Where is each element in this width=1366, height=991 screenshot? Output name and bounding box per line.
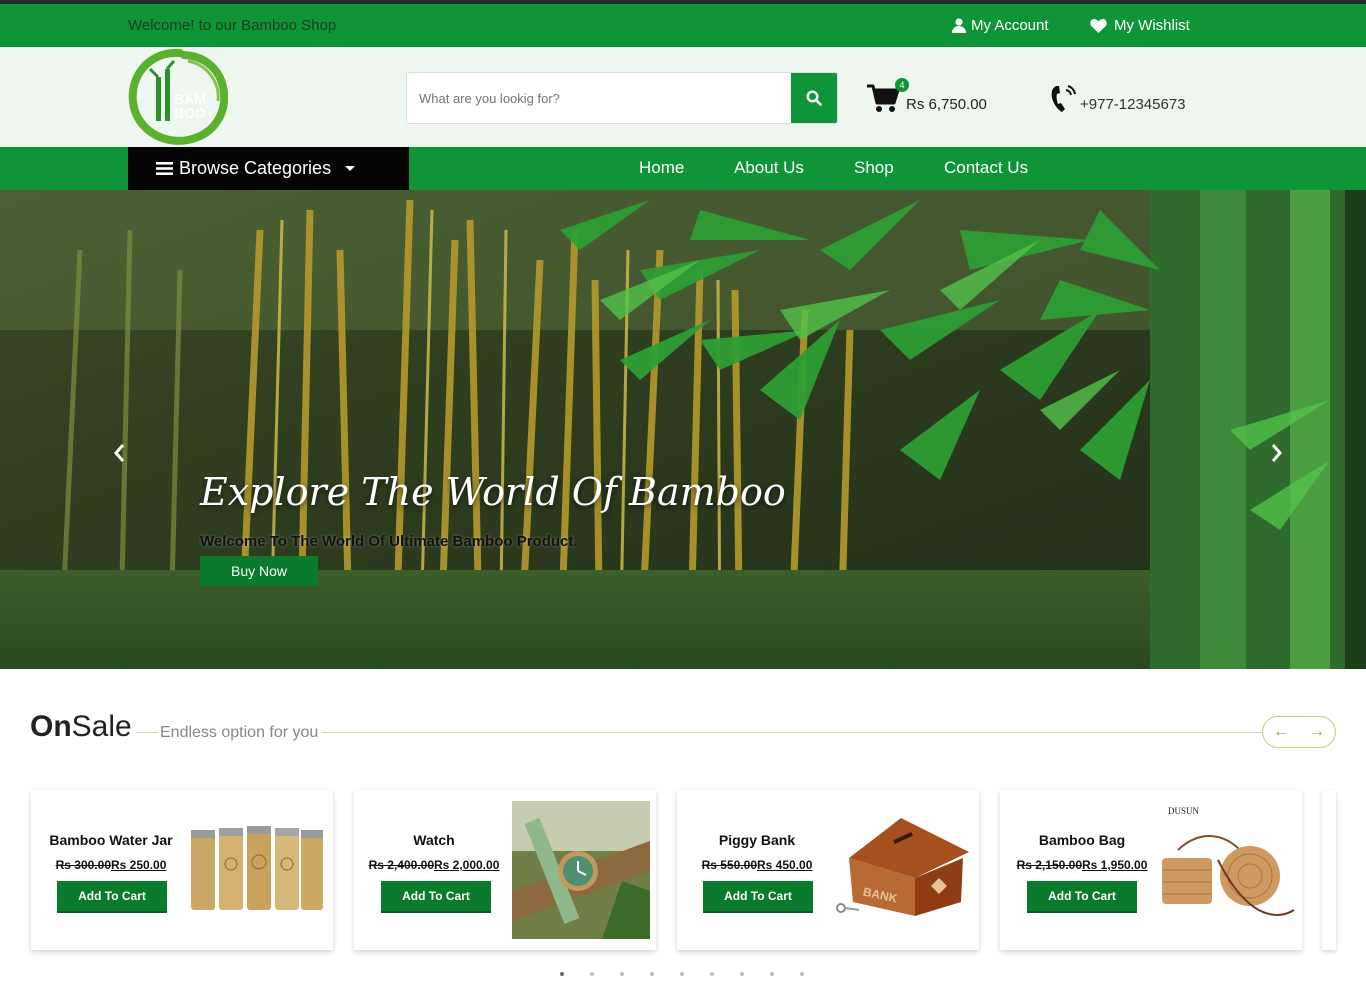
product-price: Rs 2,400.00Rs 2,000.00 <box>354 858 514 872</box>
nav-about-us[interactable]: About Us <box>734 158 804 178</box>
welcome-text: Welcome! to our Bamboo Shop <box>128 17 337 34</box>
carousel-dot[interactable] <box>620 972 624 976</box>
buy-now-button[interactable]: Buy Now <box>200 556 318 586</box>
top-bar: Welcome! to our Bamboo Shop My Account M… <box>0 4 1366 47</box>
product-name: Piggy Bank <box>718 832 796 848</box>
sale-price: Rs 1,950.00 <box>1082 858 1148 872</box>
search-button[interactable] <box>791 73 837 123</box>
section-title-rest: Sale <box>71 710 132 743</box>
cart-button[interactable]: 4 <box>866 78 909 114</box>
product-card-next-peek <box>1322 790 1336 950</box>
hero-title: Explore The World Of Bamboo <box>200 470 786 514</box>
add-to-cart-button[interactable]: Add To Cart <box>57 881 167 911</box>
section-title-bold: On <box>30 710 72 743</box>
carousel-dot[interactable] <box>740 972 744 976</box>
nav-shop[interactable]: Shop <box>854 158 894 178</box>
old-price: Rs 550.00 <box>701 858 757 872</box>
add-to-cart-button[interactable]: Add To Cart <box>703 881 813 911</box>
phone-icon <box>1051 85 1076 112</box>
old-price: Rs 2,400.00 <box>368 858 434 872</box>
carousel-dot[interactable] <box>590 972 594 976</box>
my-wishlist-label: My Wishlist <box>1114 17 1190 34</box>
logo-mark: BAM BOO <box>128 48 229 145</box>
bamboo-logo[interactable]: BAM BOO <box>128 47 229 147</box>
add-to-cart-button[interactable]: Add To Cart <box>381 881 491 911</box>
old-price: Rs 2,150.00 <box>1016 858 1082 872</box>
product-image-bamboo-bag: DUSUN <box>1162 806 1295 916</box>
cart-total: Rs 6,750.00 <box>906 96 987 113</box>
hero-slider <box>0 190 1366 669</box>
product-name: Watch <box>413 832 455 848</box>
old-price: Rs 300.00 <box>55 858 111 872</box>
carousel-dot[interactable] <box>770 972 774 976</box>
nav-home[interactable]: Home <box>639 158 684 178</box>
carousel-next-button[interactable]: → <box>1309 723 1325 741</box>
product-image-water-jar <box>191 826 323 910</box>
product-card-bamboo-water-jar[interactable]: Bamboo Water Jar Rs 300.00Rs 250.00 Add … <box>31 790 333 950</box>
section-divider-left <box>136 732 158 733</box>
carousel-dot[interactable] <box>680 972 684 976</box>
section-divider-right <box>322 732 1262 733</box>
caret-down-icon <box>345 165 356 171</box>
carousel-pager: ← → <box>1262 716 1336 748</box>
product-price: Rs 300.00Rs 250.00 <box>31 858 191 872</box>
slider-prev-arrow[interactable] <box>110 441 130 465</box>
sale-price: Rs 250.00 <box>111 858 167 872</box>
product-card-bamboo-bag[interactable]: Bamboo Bag Rs 2,150.00Rs 1,950.00 Add To… <box>1000 790 1302 950</box>
cart-count-badge: 4 <box>895 78 909 92</box>
my-account-label: My Account <box>971 17 1049 34</box>
slider-next-arrow[interactable] <box>1266 441 1286 465</box>
add-to-cart-button[interactable]: Add To Cart <box>1027 881 1137 911</box>
sale-price: Rs 2,000.00 <box>434 858 500 872</box>
browse-categories-button[interactable]: Browse Categories <box>128 147 409 190</box>
logo-text-bottom: BOO <box>174 105 206 121</box>
carousel-dot[interactable] <box>800 972 804 976</box>
product-name: Bamboo Bag <box>1038 832 1126 848</box>
bag-brand-mark: DUSUN <box>1168 806 1200 816</box>
heart-icon <box>1090 18 1107 33</box>
user-icon <box>952 18 966 33</box>
menu-icon <box>156 162 173 175</box>
section-subtitle: Endless option for you <box>160 724 319 741</box>
sale-price: Rs 450.00 <box>757 858 813 872</box>
search-icon <box>806 90 822 106</box>
carousel-prev-button[interactable]: ← <box>1273 723 1289 741</box>
product-card-piggy-bank[interactable]: Piggy Bank Rs 550.00Rs 450.00 Add To Car… <box>677 790 979 950</box>
carousel-dot[interactable] <box>710 972 714 976</box>
section-title: OnSale <box>30 710 132 744</box>
my-account-link[interactable]: My Account <box>952 17 1049 34</box>
carousel-dot[interactable] <box>650 972 654 976</box>
my-wishlist-link[interactable]: My Wishlist <box>1090 17 1190 34</box>
search-input[interactable] <box>407 73 793 123</box>
nav-contact-us[interactable]: Contact Us <box>944 158 1028 178</box>
hero-subtitle: Welcome To The World Of Ultimate Bamboo … <box>200 533 578 550</box>
product-image-piggy-bank: BANK <box>836 818 969 916</box>
hero-background-image <box>0 190 1366 669</box>
browse-categories-label: Browse Categories <box>179 158 332 178</box>
search-bar <box>406 72 838 124</box>
product-image-watch <box>512 801 650 939</box>
carousel-dot[interactable] <box>560 972 564 976</box>
product-card-watch[interactable]: Watch Rs 2,400.00Rs 2,000.00 Add To Cart <box>354 790 656 950</box>
carousel-dots <box>560 972 804 976</box>
product-price: Rs 550.00Rs 450.00 <box>677 858 837 872</box>
product-name: Bamboo Water Jar <box>49 832 173 848</box>
product-price: Rs 2,150.00Rs 1,950.00 <box>1002 858 1162 872</box>
phone-number: +977-12345673 <box>1080 96 1186 113</box>
